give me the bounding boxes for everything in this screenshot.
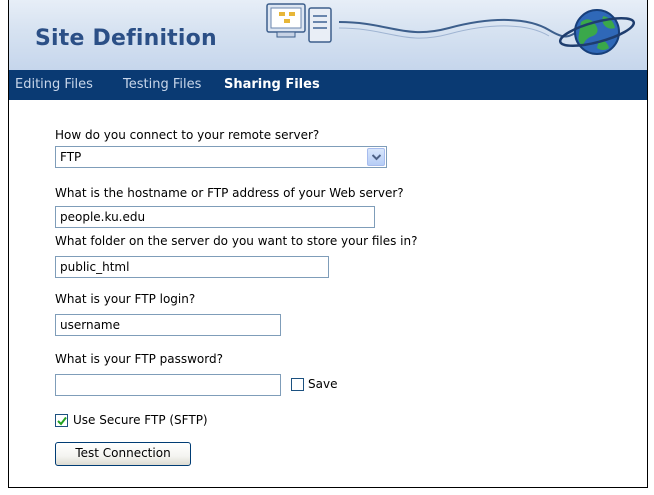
site-definition-dialog: Site Definition Editing Files Testing Fi… xyxy=(8,0,648,488)
globe-icon xyxy=(558,9,636,55)
chevron-down-icon[interactable] xyxy=(367,148,385,166)
save-checkbox[interactable] xyxy=(291,378,304,391)
folder-question-label: What folder on the server do you want to… xyxy=(55,234,418,248)
sftp-label: Use Secure FTP (SFTP) xyxy=(73,413,208,427)
folder-input[interactable]: public_html xyxy=(55,256,329,278)
connect-question-label: How do you connect to your remote server… xyxy=(55,128,320,142)
tab-testing-files[interactable]: Testing Files xyxy=(123,77,201,92)
sftp-checkbox[interactable] xyxy=(55,414,68,427)
login-input[interactable]: username xyxy=(55,314,281,336)
tab-bar: Editing Files Testing Files Sharing File… xyxy=(9,70,647,100)
test-connection-button[interactable]: Test Connection xyxy=(55,442,191,466)
header-banner: Site Definition xyxy=(9,0,647,71)
checkmark-icon xyxy=(57,416,67,426)
password-input[interactable] xyxy=(55,374,281,396)
tab-editing-files[interactable]: Editing Files xyxy=(15,77,93,92)
host-question-label: What is the hostname or FTP address of y… xyxy=(55,186,404,200)
connection-type-value: FTP xyxy=(60,150,82,164)
connection-type-select[interactable]: FTP xyxy=(55,146,387,168)
tab-sharing-files[interactable]: Sharing Files xyxy=(224,77,320,92)
host-input[interactable]: people.ku.edu xyxy=(55,206,375,228)
login-question-label: What is your FTP login? xyxy=(55,292,196,306)
computer-icon xyxy=(266,3,332,43)
page-title: Site Definition xyxy=(35,26,217,51)
save-label: Save xyxy=(308,377,338,391)
password-question-label: What is your FTP password? xyxy=(55,352,223,366)
